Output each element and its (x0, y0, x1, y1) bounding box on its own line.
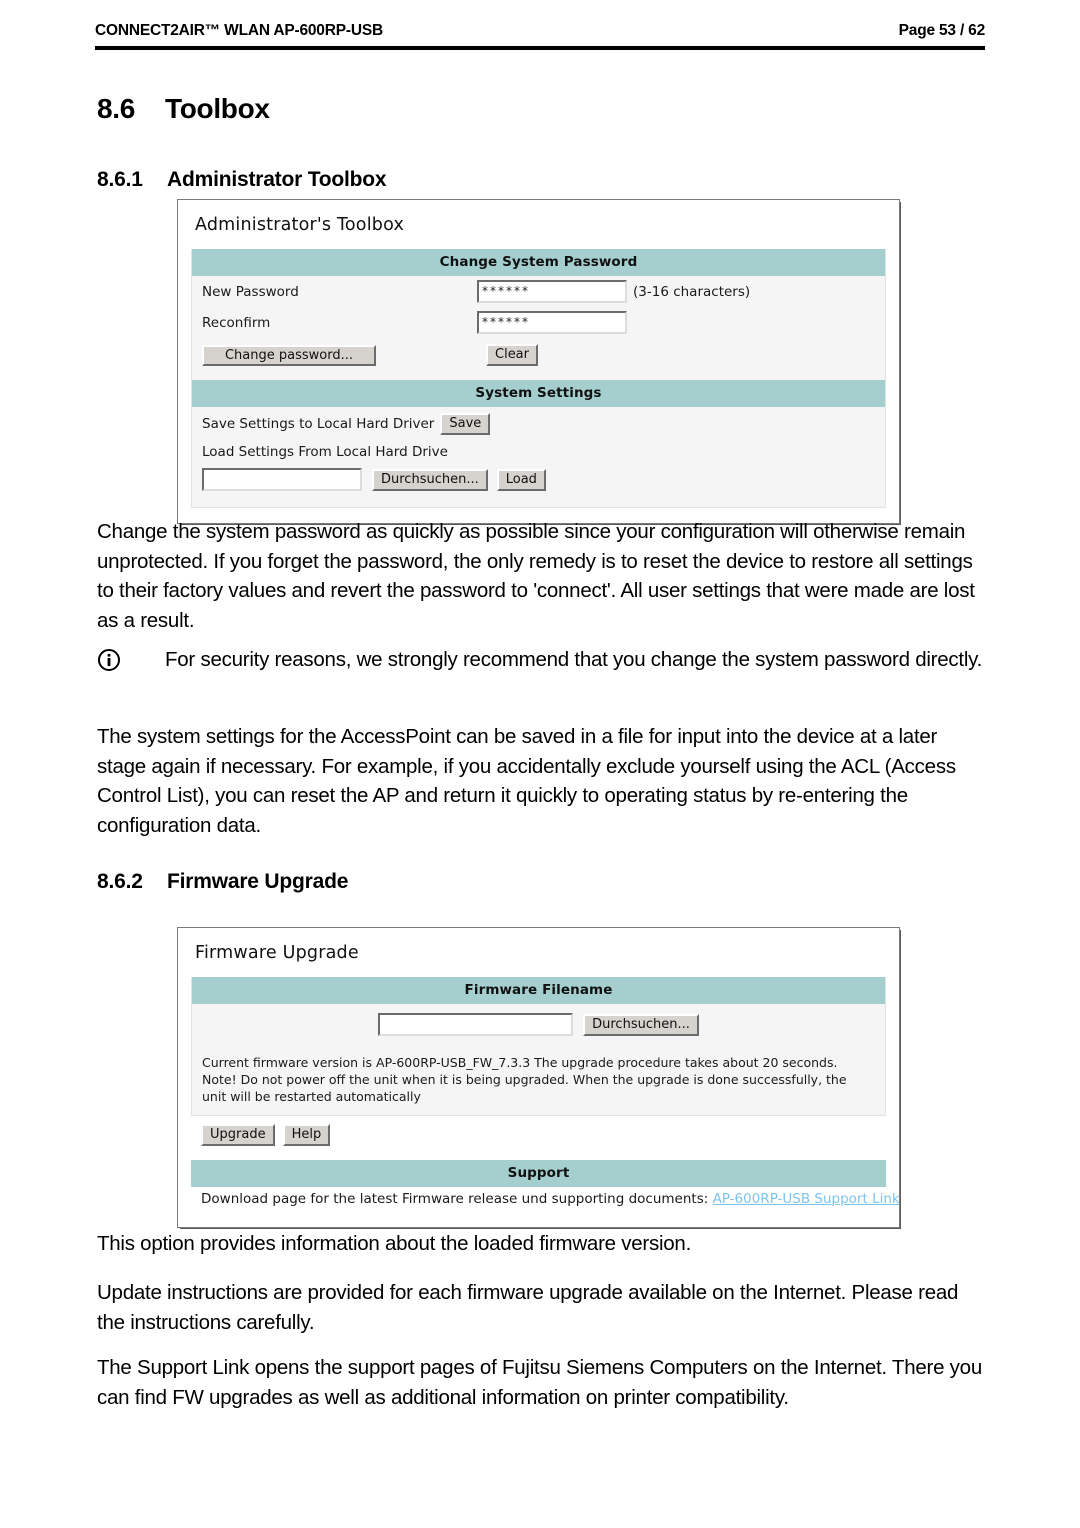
admin-toolbox-title: Administrator's Toolbox (195, 215, 405, 235)
subsection-title: Administrator Toolbox (167, 168, 387, 191)
clear-button[interactable]: Clear (486, 344, 538, 366)
section-number: 8.6 (97, 93, 136, 124)
info-circle-icon (97, 645, 165, 681)
header-product-title: CONNECT2AIR™ WLAN AP-600RP-USB (95, 22, 383, 39)
firmware-upgrade-title: Firmware Upgrade (195, 943, 359, 963)
administrator-toolbox-screenshot: Administrator's Toolbox Change System Pa… (177, 199, 900, 524)
section-heading-8-6-1: 8.6.1 Administrator Toolbox (97, 168, 387, 192)
save-settings-label: Save Settings to Local Hard Driver (202, 416, 435, 432)
browse-button[interactable]: Durchsuchen... (372, 468, 488, 491)
section-title: Toolbox (165, 93, 270, 124)
paragraph-firmware-info: This option provides information about t… (97, 1232, 692, 1255)
firmware-filename-bar: Firmware Filename (192, 977, 885, 1004)
new-password-input[interactable]: ****** (477, 280, 627, 303)
subsection-title: Firmware Upgrade (167, 870, 349, 893)
load-settings-label: Load Settings From Local Hard Drive (202, 444, 448, 460)
firmware-file-input[interactable] (378, 1013, 574, 1036)
password-length-hint: (3-16 characters) (633, 283, 751, 300)
header-page-number: Page 53 / 62 (898, 22, 986, 39)
subsection-number: 8.6.1 (97, 168, 143, 191)
firmware-file-row: Durchsuchen... (192, 1004, 885, 1050)
paragraph-password-warning: Change the system password as quickly as… (97, 520, 975, 632)
firmware-version-description: Current firmware version is AP-600RP-USB… (202, 1055, 847, 1104)
header-divider (95, 46, 985, 50)
firmware-filename-panel: Firmware Filename Durchsuchen... Current… (191, 977, 886, 1116)
subsection-number: 8.6.2 (97, 870, 143, 893)
security-note: For security reasons, we strongly recomm… (97, 645, 987, 681)
firmware-actions-row: Upgrade Help (191, 1116, 886, 1160)
reconfirm-password-row: Reconfirm ****** (192, 307, 885, 338)
section-heading-8-6: 8.6 Toolbox (97, 93, 270, 125)
page-header: CONNECT2AIR™ WLAN AP-600RP-USB Page 53 /… (95, 22, 985, 40)
paragraph-update-instructions: Update instructions are provided for eac… (97, 1281, 959, 1334)
new-password-row: New Password ****** (3-16 characters) (192, 276, 885, 307)
support-text: Download page for the latest Firmware re… (201, 1191, 709, 1207)
load-settings-label-row: Load Settings From Local Hard Drive (192, 437, 885, 462)
firmware-upgrade-screenshot: Firmware Upgrade Firmware Filename Durch… (177, 927, 900, 1228)
system-settings-bar: System Settings (192, 380, 885, 407)
support-link[interactable]: AP-600RP-USB Support Link (713, 1191, 900, 1207)
section-heading-8-6-2: 8.6.2 Firmware Upgrade (97, 870, 348, 894)
help-button[interactable]: Help (282, 1124, 331, 1146)
password-actions-row: Change password... Clear (192, 338, 885, 380)
load-file-path-input[interactable] (202, 468, 362, 491)
admin-toolbox-panel: Change System Password New Password ****… (191, 249, 886, 508)
save-button[interactable]: Save (440, 413, 491, 435)
support-bar: Support (191, 1160, 886, 1187)
change-system-password-bar: Change System Password (192, 249, 885, 276)
support-download-line: Download page for the latest Firmware re… (191, 1187, 900, 1212)
save-settings-row: Save Settings to Local Hard Driver Save (192, 407, 885, 437)
paragraph-system-settings-file: The system settings for the AccessPoint … (97, 725, 956, 837)
reconfirm-input[interactable]: ****** (477, 311, 627, 334)
change-password-button[interactable]: Change password... (202, 344, 376, 366)
load-button[interactable]: Load (496, 468, 546, 491)
upgrade-button[interactable]: Upgrade (201, 1124, 275, 1146)
load-settings-row: Durchsuchen... Load (192, 462, 885, 507)
reconfirm-label: Reconfirm (202, 314, 271, 331)
paragraph-support-link-info: The Support Link opens the support pages… (97, 1356, 982, 1409)
firmware-browse-button[interactable]: Durchsuchen... (583, 1013, 699, 1036)
security-note-text: For security reasons, we strongly recomm… (165, 648, 983, 671)
new-password-label: New Password (202, 283, 299, 300)
